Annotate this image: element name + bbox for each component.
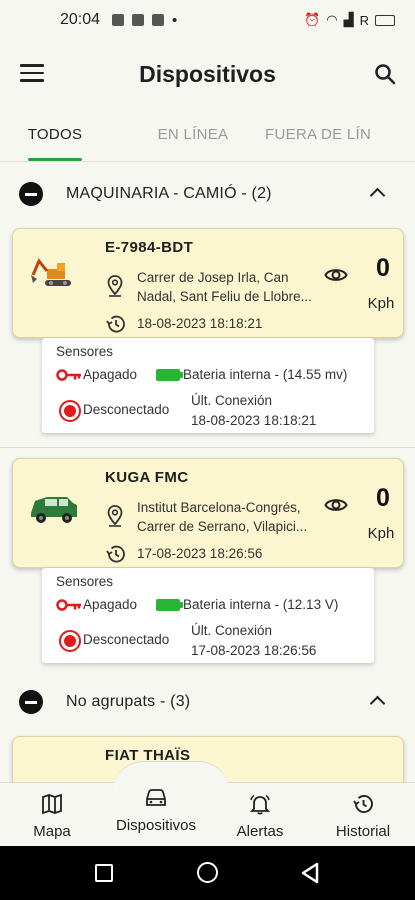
nav-alertas[interactable]: Alertas bbox=[231, 793, 289, 840]
image-icon bbox=[112, 14, 125, 26]
notification-icons: • bbox=[112, 12, 177, 29]
connection-status: Desconectado bbox=[83, 632, 170, 647]
menu-icon[interactable] bbox=[20, 64, 44, 84]
map-icon bbox=[42, 793, 62, 815]
location-pin-icon bbox=[107, 275, 123, 297]
device-speed: 0 bbox=[376, 254, 390, 282]
gmail-icon bbox=[152, 14, 165, 26]
dot-icon: • bbox=[172, 11, 178, 29]
battery-icon bbox=[156, 599, 183, 611]
wifi-icon: ◠ bbox=[326, 12, 338, 27]
recents-button[interactable] bbox=[95, 864, 113, 882]
chevron-up-icon[interactable] bbox=[369, 695, 386, 712]
nav-label: Dispositivos bbox=[115, 817, 197, 834]
battery-icon bbox=[156, 369, 183, 381]
device-name: KUGA FMC bbox=[105, 469, 189, 486]
device-name: E-7984-BDT bbox=[105, 239, 194, 256]
system-nav-bar bbox=[0, 846, 415, 900]
eye-icon[interactable] bbox=[324, 496, 348, 514]
nav-dispositivos[interactable]: Dispositivos bbox=[110, 787, 202, 834]
bell-icon bbox=[249, 794, 271, 815]
sensor-panel: Sensores Apagado Bateria interna - (12.1… bbox=[42, 568, 374, 663]
signal-icon: ▟ bbox=[343, 12, 354, 27]
search-icon[interactable] bbox=[373, 62, 397, 86]
device-last-update: 18-08-2023 18:18:21 bbox=[137, 316, 263, 331]
group-header[interactable]: MAQUINARIA - CAMIÓ - (2) bbox=[0, 171, 415, 217]
collapse-group-icon[interactable] bbox=[19, 690, 43, 714]
last-connection: Últ. Conexión 18-08-2023 18:18:21 bbox=[191, 393, 317, 428]
page-title: Dispositivos bbox=[139, 60, 276, 87]
app-bar: Dispositivos bbox=[0, 40, 415, 108]
nav-label: Historial bbox=[335, 823, 391, 840]
disconnected-icon bbox=[59, 400, 81, 422]
collapse-group-icon[interactable] bbox=[19, 182, 43, 206]
location-pin-icon bbox=[107, 505, 123, 527]
group-label: No agrupats - (3) bbox=[66, 693, 191, 710]
alarm-icon: ⏰ bbox=[304, 12, 321, 27]
nav-label: Mapa bbox=[33, 823, 71, 840]
sensors-title: Sensores bbox=[56, 344, 114, 359]
nav-label: Alertas bbox=[236, 823, 284, 840]
battery-status: Bateria interna - (14.55 mv) bbox=[183, 367, 348, 382]
connection-status: Desconectado bbox=[83, 402, 170, 417]
chevron-up-icon[interactable] bbox=[369, 187, 386, 204]
sensor-panel: Sensores Apagado Bateria interna - (14.5… bbox=[42, 338, 374, 433]
excavator-icon bbox=[31, 258, 71, 286]
bottom-nav: Mapa Dispositivos Alertas Historial bbox=[0, 761, 415, 846]
device-address: Carrer de Josep Irla, Can Nadal, Sant Fe… bbox=[137, 270, 312, 304]
battery-icon bbox=[375, 14, 395, 26]
roaming-label: R bbox=[359, 12, 369, 28]
nav-mapa[interactable]: Mapa bbox=[30, 793, 74, 840]
suv-icon bbox=[31, 497, 77, 523]
key-icon bbox=[56, 599, 81, 611]
divider bbox=[0, 447, 415, 448]
eye-icon[interactable] bbox=[324, 266, 348, 284]
status-time: 20:04 bbox=[60, 11, 101, 28]
status-bar: 20:04 • ⏰ ◠ ▟ R bbox=[0, 0, 415, 40]
tab-fuera-de-linea[interactable]: FUERA DE LÍN bbox=[248, 108, 415, 161]
system-icons: ⏰ ◠ ▟ R bbox=[304, 12, 395, 28]
battery-status: Bateria interna - (12.13 V) bbox=[183, 597, 339, 612]
nav-historial[interactable]: Historial bbox=[330, 793, 396, 840]
car-icon bbox=[146, 789, 166, 806]
sensors-title: Sensores bbox=[56, 574, 114, 589]
back-button[interactable] bbox=[300, 862, 320, 884]
history-icon bbox=[353, 795, 373, 813]
device-card[interactable]: E-7984-BDT Carrer de Josep Irla, Can Nad… bbox=[12, 228, 404, 338]
speed-unit: Kph bbox=[367, 525, 395, 542]
last-connection: Últ. Conexión 17-08-2023 18:26:56 bbox=[191, 623, 317, 658]
device-address: Institut Barcelona-Congrés, Carrer de Se… bbox=[137, 500, 308, 534]
disconnected-icon bbox=[59, 630, 81, 652]
tab-en-linea[interactable]: EN LÍNEA bbox=[110, 108, 248, 161]
tab-bar: TODOS EN LÍNEA FUERA DE LÍN bbox=[0, 108, 415, 162]
device-speed: 0 bbox=[376, 484, 390, 512]
outlook-icon bbox=[132, 14, 145, 26]
tab-todos[interactable]: TODOS bbox=[0, 108, 110, 161]
ignition-status: Apagado bbox=[83, 367, 138, 382]
history-icon bbox=[106, 545, 125, 563]
ignition-status: Apagado bbox=[83, 597, 138, 612]
home-button[interactable] bbox=[197, 862, 218, 883]
device-card[interactable]: KUGA FMC Institut Barcelona-Congrés, Car… bbox=[12, 458, 404, 568]
history-icon bbox=[106, 315, 125, 333]
group-header[interactable]: No agrupats - (3) bbox=[0, 679, 415, 725]
device-last-update: 17-08-2023 18:26:56 bbox=[137, 546, 263, 561]
group-label: MAQUINARIA - CAMIÓ - (2) bbox=[66, 185, 272, 202]
key-icon bbox=[56, 369, 81, 381]
speed-unit: Kph bbox=[367, 295, 395, 312]
